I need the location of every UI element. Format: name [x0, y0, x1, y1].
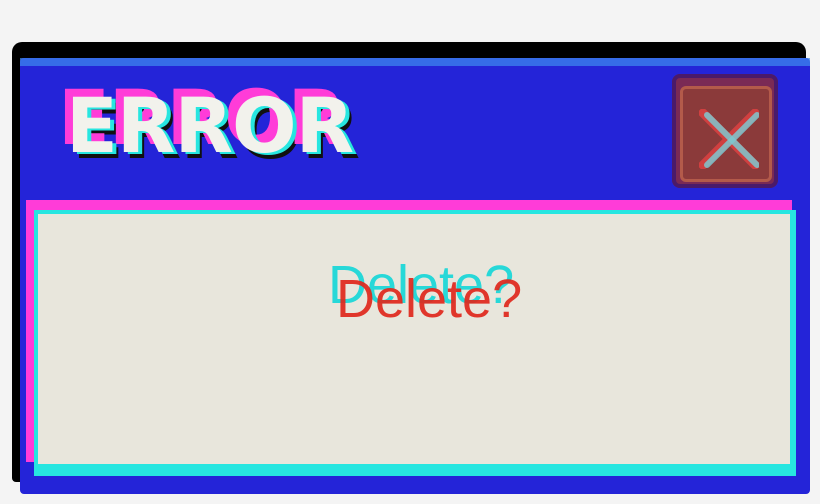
titlebar-highlight — [20, 58, 810, 66]
close-button[interactable] — [672, 74, 778, 188]
message-text: Delete? — [336, 269, 523, 329]
close-button-face[interactable] — [680, 86, 772, 182]
close-icon[interactable] — [699, 109, 759, 169]
dialog-message: Delete? Delete? — [300, 250, 560, 340]
title-text: ERROR — [66, 81, 354, 170]
dialog-title: ERROR ERROR ERROR ERROR — [56, 78, 376, 188]
